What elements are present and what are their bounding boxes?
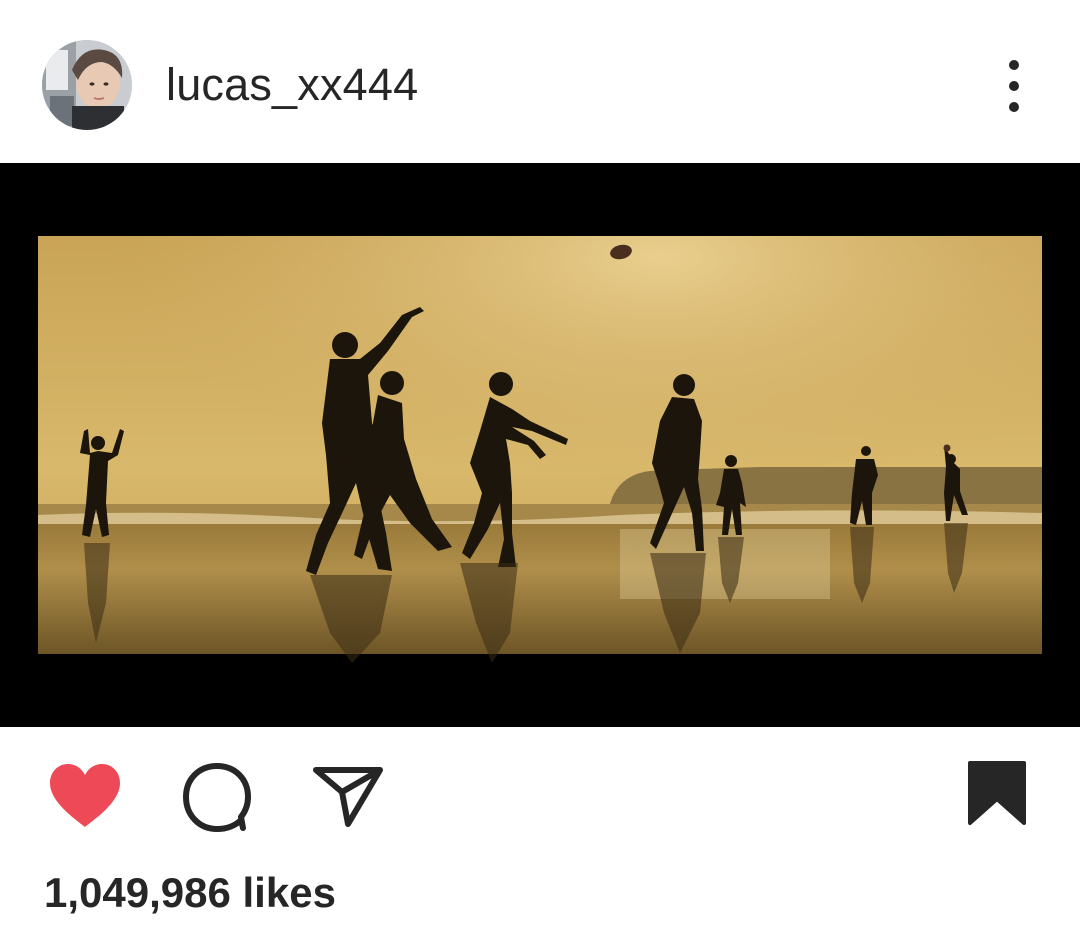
share-button[interactable] (312, 764, 384, 828)
likes-count[interactable]: 1,049,986 likes (44, 866, 336, 920)
beach-football-photo (38, 236, 1042, 663)
avatar-image (42, 40, 132, 130)
comment-button[interactable] (181, 762, 253, 832)
post-actions (0, 727, 1080, 867)
more-options-button[interactable] (994, 56, 1034, 116)
avatar[interactable] (42, 40, 132, 130)
username[interactable]: lucas_xx444 (166, 58, 418, 112)
speech-bubble-icon (183, 763, 251, 832)
vertical-ellipsis-icon (1009, 60, 1019, 112)
heart-filled-icon (50, 764, 120, 827)
post-image[interactable] (0, 163, 1080, 727)
like-button[interactable] (48, 763, 122, 829)
bookmark-filled-icon (968, 761, 1026, 825)
post-header: lucas_xx444 (0, 0, 1080, 163)
paper-plane-icon (313, 767, 383, 827)
save-button[interactable] (966, 761, 1028, 827)
